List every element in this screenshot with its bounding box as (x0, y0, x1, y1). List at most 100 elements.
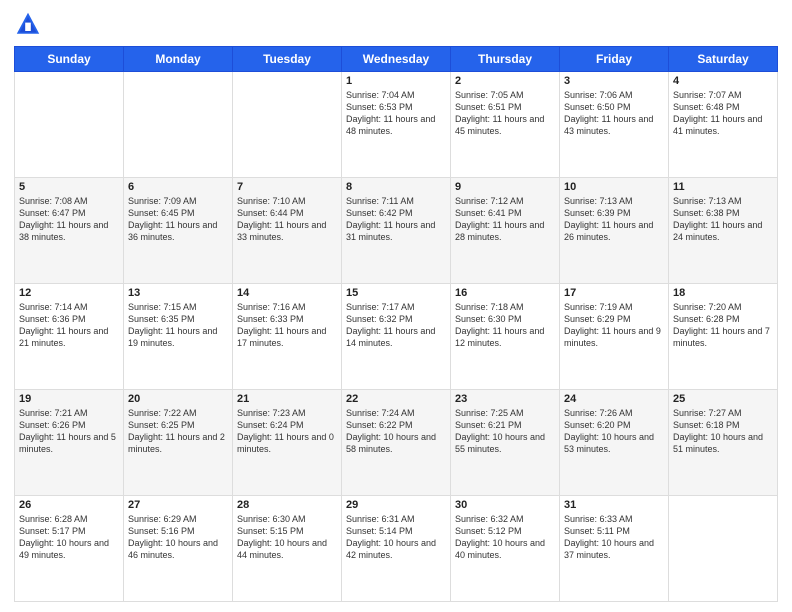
day-number: 6 (128, 181, 228, 193)
day-number: 10 (564, 181, 664, 193)
cell-info: Sunrise: 7:06 AM Sunset: 6:50 PM Dayligh… (564, 89, 664, 138)
cell-info: Sunrise: 6:29 AM Sunset: 5:16 PM Dayligh… (128, 513, 228, 562)
day-number: 12 (19, 287, 119, 299)
day-number: 31 (564, 499, 664, 511)
day-number: 26 (19, 499, 119, 511)
cell-info: Sunrise: 7:14 AM Sunset: 6:36 PM Dayligh… (19, 301, 119, 350)
day-number: 1 (346, 75, 446, 87)
day-number: 28 (237, 499, 337, 511)
day-number: 2 (455, 75, 555, 87)
cell-info: Sunrise: 6:32 AM Sunset: 5:12 PM Dayligh… (455, 513, 555, 562)
cell-info: Sunrise: 7:15 AM Sunset: 6:35 PM Dayligh… (128, 301, 228, 350)
calendar-cell: 6Sunrise: 7:09 AM Sunset: 6:45 PM Daylig… (124, 178, 233, 284)
calendar-cell: 10 Sunrise: 7:13 AM Sunset: 6:39 PM Dayli… (560, 178, 669, 284)
cell-info: Sunrise: 7:27 AM Sunset: 6:18 PM Dayligh… (673, 407, 773, 456)
cell-info: Sunrise: 7:17 AM Sunset: 6:32 PM Dayligh… (346, 301, 446, 350)
calendar-cell (669, 496, 778, 602)
cell-info: Sunrise: 7:18 AM Sunset: 6:30 PM Dayligh… (455, 301, 555, 350)
day-number: 4 (673, 75, 773, 87)
calendar-cell: 13 Sunrise: 7:15 AM Sunset: 6:35 PM Dayli… (124, 284, 233, 390)
day-number: 15 (346, 287, 446, 299)
cell-info: Sunrise: 6:30 AM Sunset: 5:15 PM Dayligh… (237, 513, 337, 562)
calendar-cell (124, 72, 233, 178)
cell-info: Sunrise: 7:23 AM Sunset: 6:24 PM Dayligh… (237, 407, 337, 456)
day-number: 17 (564, 287, 664, 299)
day-number: 23 (455, 393, 555, 405)
cell-info: Sunrise: 6:31 AM Sunset: 5:14 PM Dayligh… (346, 513, 446, 562)
calendar-header-saturday: Saturday (669, 47, 778, 72)
cell-info: Sunrise: 7:16 AM Sunset: 6:33 PM Dayligh… (237, 301, 337, 350)
cell-info: Sunrise: 7:05 AM Sunset: 6:51 PM Dayligh… (455, 89, 555, 138)
calendar-header-tuesday: Tuesday (233, 47, 342, 72)
calendar-cell: 4 Sunrise: 7:07 AM Sunset: 6:48 PM Daylig… (669, 72, 778, 178)
calendar-week-row: 1 Sunrise: 7:04 AM Sunset: 6:53 PM Daylig… (15, 72, 778, 178)
cell-info: Sunrise: 7:13 AM Sunset: 6:39 PM Dayligh… (564, 195, 664, 244)
calendar-cell: 18 Sunrise: 7:20 AM Sunset: 6:28 PM Dayli… (669, 284, 778, 390)
calendar-cell: 25 Sunrise: 7:27 AM Sunset: 6:18 PM Dayli… (669, 390, 778, 496)
day-number: 29 (346, 499, 446, 511)
logo (14, 10, 46, 38)
calendar-header-row: SundayMondayTuesdayWednesdayThursdayFrid… (15, 47, 778, 72)
cell-info: Sunrise: 7:08 AM Sunset: 6:47 PM Dayligh… (19, 195, 119, 244)
calendar-week-row: 12 Sunrise: 7:14 AM Sunset: 6:36 PM Dayli… (15, 284, 778, 390)
calendar-cell: 22Sunrise: 7:24 AM Sunset: 6:22 PM Dayli… (342, 390, 451, 496)
day-number: 19 (19, 393, 119, 405)
calendar-cell (15, 72, 124, 178)
calendar-table: SundayMondayTuesdayWednesdayThursdayFrid… (14, 46, 778, 602)
cell-info: Sunrise: 6:28 AM Sunset: 5:17 PM Dayligh… (19, 513, 119, 562)
cell-info: Sunrise: 7:25 AM Sunset: 6:21 PM Dayligh… (455, 407, 555, 456)
calendar-cell: 19 Sunrise: 7:21 AM Sunset: 6:26 PM Dayli… (15, 390, 124, 496)
calendar-cell: 7Sunrise: 7:10 AM Sunset: 6:44 PM Daylig… (233, 178, 342, 284)
day-number: 22 (346, 393, 446, 405)
calendar-week-row: 19 Sunrise: 7:21 AM Sunset: 6:26 PM Dayli… (15, 390, 778, 496)
day-number: 8 (346, 181, 446, 193)
day-number: 20 (128, 393, 228, 405)
calendar-cell: 26 Sunrise: 6:28 AM Sunset: 5:17 PM Dayli… (15, 496, 124, 602)
cell-info: Sunrise: 7:20 AM Sunset: 6:28 PM Dayligh… (673, 301, 773, 350)
calendar-cell: 17 Sunrise: 7:19 AM Sunset: 6:29 PM Dayli… (560, 284, 669, 390)
day-number: 14 (237, 287, 337, 299)
day-number: 21 (237, 393, 337, 405)
cell-info: Sunrise: 7:26 AM Sunset: 6:20 PM Dayligh… (564, 407, 664, 456)
calendar-cell: 23 Sunrise: 7:25 AM Sunset: 6:21 PM Dayli… (451, 390, 560, 496)
logo-icon (14, 10, 42, 38)
header (14, 10, 778, 38)
calendar-cell: 8 Sunrise: 7:11 AM Sunset: 6:42 PM Daylig… (342, 178, 451, 284)
calendar-week-row: 26 Sunrise: 6:28 AM Sunset: 5:17 PM Dayli… (15, 496, 778, 602)
calendar-cell: 30Sunrise: 6:32 AM Sunset: 5:12 PM Dayli… (451, 496, 560, 602)
cell-info: Sunrise: 7:13 AM Sunset: 6:38 PM Dayligh… (673, 195, 773, 244)
day-number: 25 (673, 393, 773, 405)
calendar-header-sunday: Sunday (15, 47, 124, 72)
cell-info: Sunrise: 7:12 AM Sunset: 6:41 PM Dayligh… (455, 195, 555, 244)
calendar-cell: 27Sunrise: 6:29 AM Sunset: 5:16 PM Dayli… (124, 496, 233, 602)
cell-info: Sunrise: 6:33 AM Sunset: 5:11 PM Dayligh… (564, 513, 664, 562)
calendar-cell: 20Sunrise: 7:22 AM Sunset: 6:25 PM Dayli… (124, 390, 233, 496)
calendar-header-friday: Friday (560, 47, 669, 72)
calendar-cell: 16 Sunrise: 7:18 AM Sunset: 6:30 PM Dayli… (451, 284, 560, 390)
calendar-header-thursday: Thursday (451, 47, 560, 72)
page: SundayMondayTuesdayWednesdayThursdayFrid… (0, 0, 792, 612)
day-number: 7 (237, 181, 337, 193)
cell-info: Sunrise: 7:07 AM Sunset: 6:48 PM Dayligh… (673, 89, 773, 138)
calendar-cell: 31 Sunrise: 6:33 AM Sunset: 5:11 PM Dayli… (560, 496, 669, 602)
day-number: 9 (455, 181, 555, 193)
calendar-header-monday: Monday (124, 47, 233, 72)
calendar-cell: 2 Sunrise: 7:05 AM Sunset: 6:51 PM Daylig… (451, 72, 560, 178)
day-number: 16 (455, 287, 555, 299)
calendar-cell: 28 Sunrise: 6:30 AM Sunset: 5:15 PM Dayli… (233, 496, 342, 602)
calendar-cell (233, 72, 342, 178)
cell-info: Sunrise: 7:04 AM Sunset: 6:53 PM Dayligh… (346, 89, 446, 138)
day-number: 3 (564, 75, 664, 87)
cell-info: Sunrise: 7:21 AM Sunset: 6:26 PM Dayligh… (19, 407, 119, 456)
calendar-cell: 1 Sunrise: 7:04 AM Sunset: 6:53 PM Daylig… (342, 72, 451, 178)
calendar-cell: 24Sunrise: 7:26 AM Sunset: 6:20 PM Dayli… (560, 390, 669, 496)
calendar-cell: 5Sunrise: 7:08 AM Sunset: 6:47 PM Daylig… (15, 178, 124, 284)
cell-info: Sunrise: 7:19 AM Sunset: 6:29 PM Dayligh… (564, 301, 664, 350)
calendar-cell: 21 Sunrise: 7:23 AM Sunset: 6:24 PM Dayli… (233, 390, 342, 496)
cell-info: Sunrise: 7:11 AM Sunset: 6:42 PM Dayligh… (346, 195, 446, 244)
day-number: 13 (128, 287, 228, 299)
calendar-cell: 14 Sunrise: 7:16 AM Sunset: 6:33 PM Dayli… (233, 284, 342, 390)
calendar-cell: 15 Sunrise: 7:17 AM Sunset: 6:32 PM Dayli… (342, 284, 451, 390)
day-number: 11 (673, 181, 773, 193)
day-number: 18 (673, 287, 773, 299)
